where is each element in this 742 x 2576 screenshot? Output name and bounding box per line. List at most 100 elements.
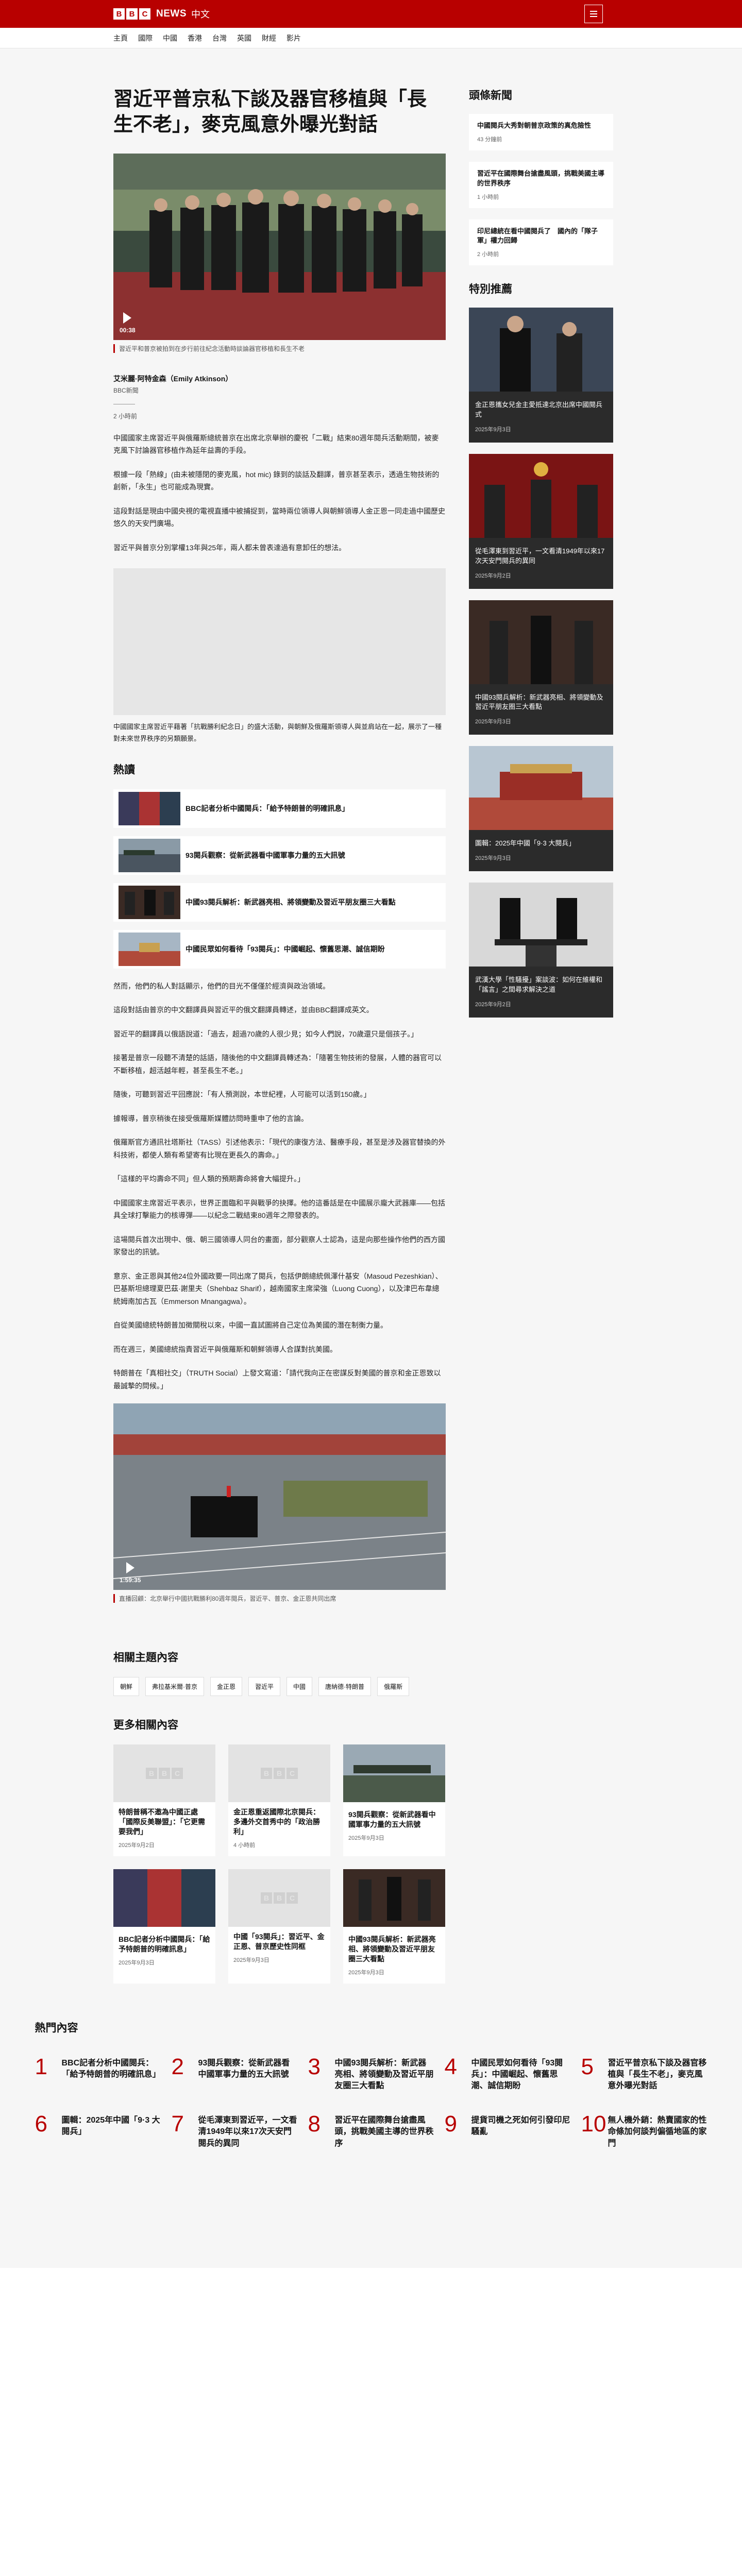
popular-item[interactable]: 2 93閱兵觀察：從新武器看中國軍事力量的五大訊號 <box>172 2055 298 2092</box>
article-paragraph: 隨後，可聽到習近平回應說：「有人預測說，本世紀裡，人可能可以活到150歲。」 <box>113 1090 371 1099</box>
featured-headline: 圖輯：2025年中國「9·3 大閱兵」 <box>475 839 576 848</box>
parade-video[interactable]: 1:59:35 <box>113 1403 446 1590</box>
popular-item[interactable]: 6 圖輯：2025年中國「9·3 大閱兵」 <box>35 2112 161 2149</box>
topic-tag[interactable]: 弗拉基米爾·普京 <box>145 1677 205 1697</box>
most-popular: 熱門內容 1 BBC記者分析中國閱兵：「給予特朗普的明確訊息」 2 93閱兵觀察：從… <box>35 1984 707 2268</box>
topic-tag[interactable]: 金正恩 <box>210 1677 243 1697</box>
hero-caption: 習近平和普京被拍到在步行前往紀念活動時談論器官移植和長生不老 <box>113 344 446 353</box>
popular-headline: 93閱兵觀察：從新武器看中國軍事力量的五大訊號 <box>198 2058 290 2079</box>
featured-item[interactable]: 中國93閱兵解析：新武器亮相、將領變動及習近平朋友圈三大看點 2025年9月3日 <box>469 600 613 735</box>
popular-item[interactable]: 1 BBC記者分析中國閱兵：「給予特朗普的明確訊息」 <box>35 2055 161 2092</box>
logo-letter: B <box>126 8 138 20</box>
hot-read-thumbnail <box>119 932 180 966</box>
related-card-title: 中國93閱兵解析：新武器亮相、將領變動及習近平朋友圈三大看點 <box>348 1935 436 1963</box>
nav-item-finance[interactable]: 財經 <box>262 33 276 43</box>
related-card[interactable]: 中國93閱兵解析：新武器亮相、將領變動及習近平朋友圈三大看點 2025年9月3日 <box>343 1869 445 1984</box>
topic-tag[interactable]: 朝鮮 <box>113 1677 140 1697</box>
article-paragraph: 習近平的翻譯員以俄語說道：「過去，超過70歲的人很少見；如今人們說，70歲還只是… <box>113 1029 418 1038</box>
article-paragraph: 這段對話是現由中國央視的電視直播中被捕捉到，當時兩位領導人與朝鮮領導人金正恩一同… <box>113 506 445 528</box>
popular-item[interactable]: 10 無人機外銷：熱賣國家的性命條加何談判偏循地區的家門 <box>581 2111 707 2149</box>
popular-item[interactable]: 4 中國民眾如何看待「93閱兵」：中國崛起、懷舊思潮、誠信期盼 <box>445 2055 571 2092</box>
related-card[interactable]: BBC 金正恩重返國際北京閱兵：多邊外交首秀中的「政治勝利」 4 小時前 <box>228 1744 330 1856</box>
top-bar: B B C NEWS 中文 <box>0 0 742 28</box>
bbc-news-logo[interactable]: B B C NEWS 中文 <box>113 7 210 21</box>
top-news-time: 1 小時前 <box>477 194 499 200</box>
featured-image <box>469 600 613 684</box>
related-card-date: 2025年9月2日 <box>119 1842 155 1849</box>
article-main: 習近平普京私下談及器官移植與「長生不老」，麥克風意外曝光對話 00:38 習近平… <box>113 66 446 1984</box>
logo-letter: B <box>113 8 125 20</box>
related-card[interactable]: BBC 特朗普稱不邀為中國正處「國際反美聯盟」：「它更需要我們」 2025年9月… <box>113 1744 215 1856</box>
popular-item[interactable]: 8 習近平在國際舞台搶盡風頭，挑戰美國主導的世界秩序 <box>308 2112 434 2149</box>
nav-item-taiwan[interactable]: 台灣 <box>212 33 227 43</box>
article-paragraph: 根據一段「熱線」(由未被隱閉的麥克風，hot mic) 錄到的談話及翻譯，普京甚… <box>113 470 440 492</box>
hero-video[interactable]: 00:38 <box>113 153 446 340</box>
hot-read-item[interactable]: 中國民眾如何看待「93閱兵」：中國崛起、懷舊思潮、誠信期盼 <box>113 929 446 969</box>
nav-item-hongkong[interactable]: 香港 <box>188 33 202 43</box>
placeholder-logo-icon: BBC <box>113 1744 215 1803</box>
featured-date: 2025年9月3日 <box>475 719 511 725</box>
hot-read-text: BBC記者分析中國閱兵：「給予特朗普的明確訊息」 <box>185 804 349 813</box>
article-paragraph: 意京、金正恩與其他24位外國政要一同出席了閱兵，包括伊朗總統佩澤什基安（Maso… <box>113 1272 443 1306</box>
popular-item[interactable]: 3 中國93閱兵解析：新武器亮相、將領變動及習近平朋友圈三大看點 <box>308 2054 434 2092</box>
related-card-title: 特朗普稱不邀為中國正處「國際反美聯盟」：「它更需要我們」 <box>119 1808 205 1836</box>
featured-image <box>469 883 613 967</box>
popular-rank: 9 <box>444 2111 457 2137</box>
featured-headline: 金正恩攜女兒金主愛抵達北京出席中國閱兵式 <box>475 401 603 419</box>
play-button[interactable]: 1:59:35 <box>120 1562 141 1584</box>
topic-tag[interactable]: 中國 <box>286 1677 313 1697</box>
more-related-title: 更多相關內容 <box>113 1719 178 1732</box>
popular-headline: 習近平普京私下談及器官移植與「長生不老」，麥克風意外曝光對話 <box>608 2058 707 2091</box>
featured-headline: 中國93閱兵解析：新武器亮相、將領變動及習近平朋友圈三大看點 <box>475 693 603 711</box>
nav-item-uk[interactable]: 英國 <box>237 33 251 43</box>
popular-headline: 從毛澤東到習近平，一文看清1949年以來17次天安門閱兵的異同 <box>198 2115 297 2148</box>
topic-tags: 朝鮮 弗拉基米爾·普京 金正恩 習近平 中國 唐納德·特朗普 俄羅斯 <box>113 1677 446 1697</box>
popular-item[interactable]: 5 習近平普京私下談及器官移植與「長生不老」，麥克風意外曝光對話 <box>581 2055 707 2092</box>
featured-item[interactable]: 從毛澤東到習近平，一文看清1949年以來17次天安門閱兵的異同 2025年9月2… <box>469 453 613 589</box>
hot-read-item[interactable]: 93閱兵觀察：從新武器看中國軍事力量的五大訊號 <box>113 836 446 875</box>
topic-tag[interactable]: 俄羅斯 <box>377 1677 410 1697</box>
menu-button[interactable] <box>584 5 603 23</box>
article-paragraph: 這場閱兵首次出現中、俄、朝三國領導人同台的畫面，部分觀察人士認為，這是向那些操作… <box>113 1235 445 1257</box>
popular-headline: BBC記者分析中國閱兵：「給予特朗普的明確訊息」 <box>61 2058 161 2079</box>
related-card-date: 2025年9月3日 <box>348 1969 384 1976</box>
related-card[interactable]: BBC 中國「93閱兵」：習近平、金正恩、普京歷史性同框 2025年9月3日 <box>228 1869 330 1984</box>
article-paragraph: 中國國家主席習近平表示，世界正面臨和平與戰爭的抉擇。他的這番話是在中國展示龐大武… <box>113 1198 445 1220</box>
nav-item-home[interactable]: 主頁 <box>113 33 128 43</box>
popular-rank: 7 <box>171 2111 184 2137</box>
article-paragraph: 「這樣的平均壽命不同」但人類的預期壽命將會大幅提升。」 <box>113 1175 305 1183</box>
popular-rank: 10 <box>581 2111 606 2137</box>
topic-tag[interactable]: 習近平 <box>248 1677 281 1697</box>
hot-read-item[interactable]: BBC記者分析中國閱兵：「給予特朗普的明確訊息」 <box>113 789 446 828</box>
main-nav: 主頁 國際 中國 香港 台灣 英國 財經 影片 <box>0 28 742 48</box>
video-duration: 1:59:35 <box>120 1577 141 1584</box>
related-card[interactable]: 93閱兵觀察：從新武器看中國軍事力量的五大訊號 2025年9月3日 <box>343 1744 445 1856</box>
hot-read-text: 中國93閱兵解析：新武器亮相、將領變動及習近平朋友圈三大看點 <box>185 898 396 907</box>
featured-item[interactable]: 武漢大學「性騷擾」案談波：如何在維權和「謠言」之間尋求解決之道 2025年9月2… <box>469 883 613 1018</box>
featured-item[interactable]: 金正恩攜女兒金主愛抵達北京出席中國閱兵式 2025年9月3日 <box>469 308 613 443</box>
popular-item[interactable]: 9 提貨司機之死如何引發印尼騷亂 <box>444 2111 571 2149</box>
top-news-item[interactable]: 印尼總統在看中國閱兵了 國內的「隊子軍」權力回歸 2 小時前 <box>469 219 613 266</box>
image-placeholder <box>113 568 446 716</box>
popular-headline: 圖輯：2025年中國「9·3 大閱兵」 <box>61 2115 160 2137</box>
play-button[interactable]: 00:38 <box>120 312 136 334</box>
logo-letter: C <box>139 8 150 20</box>
hot-read-item[interactable]: 中國93閱兵解析：新武器亮相、將領變動及習近平朋友圈三大看點 <box>113 883 446 922</box>
nav-item-international[interactable]: 國際 <box>138 33 153 43</box>
related-card[interactable]: BBC記者分析中國閱兵：「給予特朗普的明確訊息」 2025年9月3日 <box>113 1869 215 1984</box>
topic-tag[interactable]: 唐納德·特朗普 <box>318 1677 372 1697</box>
top-news-time: 2 小時前 <box>477 251 499 258</box>
featured-title: 特別推薦 <box>469 283 512 296</box>
author-org: BBC新聞 <box>113 386 139 394</box>
popular-item[interactable]: 7 從毛澤東到習近平，一文看清1949年以來17次天安門閱兵的異同 <box>171 2111 298 2149</box>
article-paragraph: 中國國家主席習近平與俄羅斯總統普京在出席北京舉辦的慶祝「二戰」結束80週年閱兵活… <box>113 433 439 455</box>
nav-item-video[interactable]: 影片 <box>286 33 301 43</box>
popular-headline: 習近平在國際舞台搶盡風頭，挑戰美國主導的世界秩序 <box>334 2115 434 2148</box>
nav-item-china[interactable]: 中國 <box>163 33 177 43</box>
article-paragraph: 自從美國總統特朗普加徵關稅以來，中國一直試圖將自己定位為美國的潛在制衡力量。 <box>113 1321 387 1330</box>
top-news-item[interactable]: 習近平在國際舞台搶盡風頭，挑戰美國主導的世界秩序 1 小時前 <box>469 161 613 208</box>
top-news-item[interactable]: 中國閱兵大秀對朝普京政策的真危險性 43 分鐘前 <box>469 114 613 150</box>
parade-video-still <box>113 1403 446 1590</box>
featured-item[interactable]: 圖輯：2025年中國「9·3 大閱兵」 2025年9月3日 <box>469 746 613 872</box>
popular-rank: 3 <box>308 2054 321 2079</box>
